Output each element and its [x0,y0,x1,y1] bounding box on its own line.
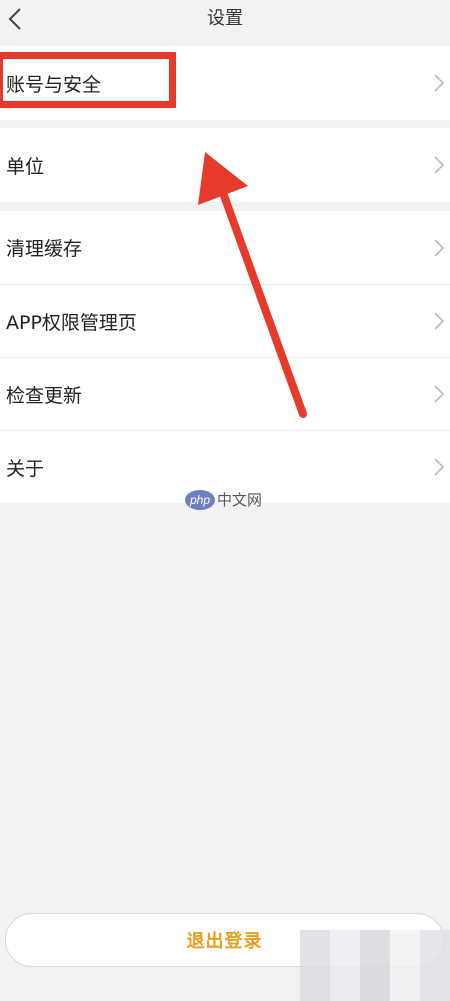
top-bar: 设置 [0,0,450,38]
settings-item-clear-cache[interactable]: 清理缓存 [0,211,450,284]
settings-item-label: 清理缓存 [6,238,83,260]
settings-item-check-update[interactable]: 检查更新 [0,357,450,430]
chevron-right-icon [434,312,445,330]
highlight-box [0,52,176,108]
watermark: php 中文网 [185,489,262,510]
chevron-right-icon [434,238,445,257]
settings-item-label: APP权限管理页 [6,311,137,334]
php-logo: php [185,489,215,510]
watermark-text: 中文网 [217,491,263,509]
back-button[interactable] [0,0,30,38]
settings-item-app-permissions[interactable]: APP权限管理页 [0,284,450,357]
chevron-right-icon [434,458,445,476]
settings-item-label: 单位 [6,155,45,178]
settings-item-label: 关于 [6,457,45,480]
settings-item-unit[interactable]: 单位 [0,128,450,202]
chevron-right-icon [434,74,445,92]
page-title: 设置 [207,8,243,29]
chevron-left-icon [8,8,21,30]
general-section: 清理缓存 APP权限管理页 检查更新 关于 [0,211,450,503]
settings-item-label: 检查更新 [6,384,83,407]
chevron-right-icon [434,156,445,174]
unit-section: 单位 [0,128,450,202]
logout-label: 退出登录 [186,931,263,952]
pixelated-overlay [300,930,450,1001]
chevron-right-icon [434,385,445,403]
